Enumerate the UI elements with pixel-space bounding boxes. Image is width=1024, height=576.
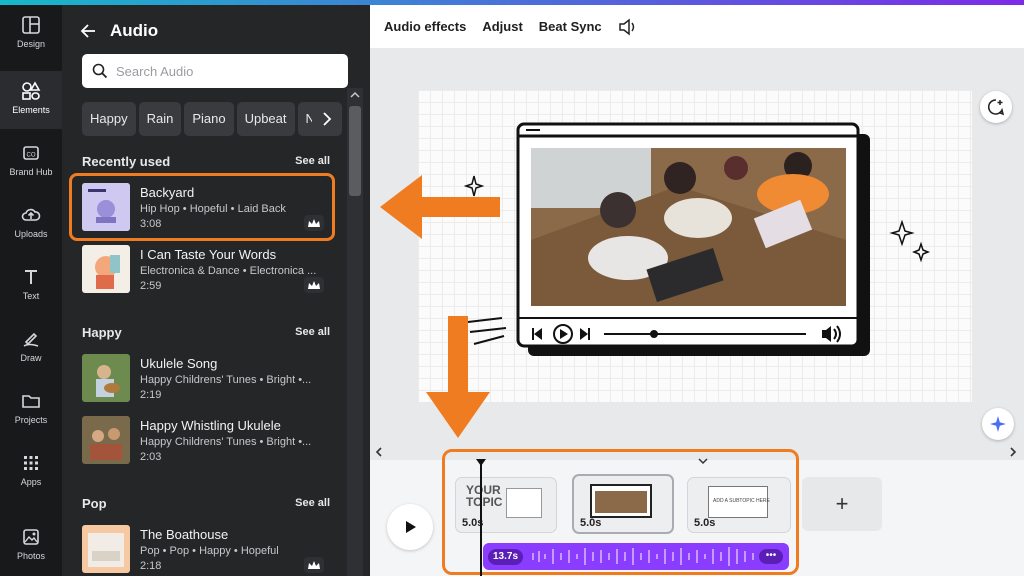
back-arrow-icon[interactable] (80, 23, 96, 39)
track-title: Happy Whistling Ukulele (140, 418, 281, 433)
search-icon (92, 63, 108, 79)
audio-track[interactable]: I Can Taste Your Words Electronica & Dan… (82, 245, 332, 303)
image-icon (23, 529, 39, 545)
rail-item-draw[interactable]: Draw (0, 319, 62, 377)
track-meta: Happy Childrens' Tunes • Bright •... (140, 374, 312, 386)
track-thumbnail (82, 245, 130, 293)
section-label-happy: Happy (82, 325, 122, 340)
track-thumbnail (82, 354, 130, 402)
canvas-workspace (370, 48, 1024, 460)
text-icon (25, 270, 37, 284)
editor-toolbar: Audio effects Adjust Beat Sync (370, 5, 1024, 48)
track-duration: 2:03 (140, 451, 162, 463)
rail-label: Apps (20, 477, 42, 487)
track-title: The Boathouse (140, 527, 229, 542)
search-input[interactable] (116, 63, 336, 79)
video-player-illustration (463, 122, 931, 356)
scroll-right-icon[interactable] (1008, 446, 1018, 458)
brand-icon: CO (23, 146, 39, 160)
highlight-box-timeline (442, 449, 799, 575)
rail-label: Elements (12, 105, 50, 115)
rail-label: Text (22, 291, 40, 301)
track-duration: 2:19 (140, 389, 162, 401)
chip-rain[interactable]: Rain (138, 102, 182, 136)
orange-arrow-left-icon (380, 175, 500, 239)
section-label-recently-used: Recently used (82, 154, 171, 169)
scroll-up-icon[interactable] (347, 88, 363, 102)
upload-cloud-icon (21, 208, 41, 221)
rail-item-apps[interactable]: Apps (0, 443, 62, 501)
scroll-left-icon[interactable] (374, 446, 384, 458)
chevron-right-icon (323, 112, 332, 126)
rail-item-design[interactable]: Design (0, 5, 62, 63)
see-all-link[interactable]: See all (295, 326, 330, 338)
orange-arrow-down-icon (426, 316, 490, 438)
track-thumbnail (82, 525, 130, 573)
playhead[interactable] (480, 460, 482, 576)
playhead-marker-icon[interactable] (475, 458, 487, 468)
rail-item-text[interactable]: Text (0, 257, 62, 315)
rail-item-brand-hub[interactable]: CO Brand Hub (0, 133, 62, 191)
add-clip-button[interactable]: + (802, 477, 882, 531)
panel-title: Audio (110, 21, 159, 40)
volume-icon[interactable] (618, 17, 638, 36)
shapes-icon (22, 81, 41, 100)
rail-label: Draw (20, 353, 42, 363)
track-meta: Pop • Pop • Happy • Hopeful (140, 545, 279, 557)
rail-label: Brand Hub (9, 167, 53, 177)
sparkle-icon (990, 416, 1006, 432)
track-duration: 2:59 (140, 280, 162, 292)
rail-label: Design (16, 39, 45, 49)
track-title: Ukulele Song (140, 356, 218, 371)
beat-sync-button[interactable]: Beat Sync (539, 19, 602, 34)
rail-item-elements[interactable]: Elements (0, 71, 62, 129)
search-box[interactable] (82, 54, 348, 88)
audio-panel: Audio HappyRainPianoUpbeatNe Recently us… (62, 5, 370, 576)
play-button[interactable] (387, 504, 433, 550)
svg-text:CO: CO (27, 153, 36, 159)
crown-icon (304, 557, 324, 573)
rail-item-uploads[interactable]: Uploads (0, 195, 62, 253)
see-all-link[interactable]: See all (295, 155, 330, 167)
comment-button[interactable] (980, 91, 1012, 123)
crown-icon (304, 277, 324, 293)
section-label-pop: Pop (82, 496, 107, 511)
track-title: I Can Taste Your Words (140, 247, 277, 262)
folder-icon (22, 395, 40, 408)
highlight-box-backyard (69, 173, 335, 241)
audio-track[interactable]: The Boathouse Pop • Pop • Happy • Hopefu… (82, 525, 332, 576)
track-duration: 2:18 (140, 560, 162, 572)
track-meta: Electronica & Dance • Electronica ... (140, 265, 317, 277)
audio-effects-button[interactable]: Audio effects (384, 19, 466, 34)
chip-piano[interactable]: Piano (184, 102, 234, 136)
chip-happy[interactable]: Happy (82, 102, 136, 136)
track-meta: Happy Childrens' Tunes • Bright •... (140, 436, 312, 448)
layout-icon (22, 16, 40, 34)
panel-header: Audio (80, 17, 158, 45)
scroll-thumb[interactable] (349, 106, 361, 196)
audio-track[interactable]: Ukulele Song Happy Childrens' Tunes • Br… (82, 354, 332, 412)
rail-label: Projects (14, 415, 48, 425)
chip-upbeat[interactable]: Upbeat (236, 102, 295, 136)
track-thumbnail (82, 416, 130, 464)
adjust-button[interactable]: Adjust (482, 19, 522, 34)
pen-icon (23, 332, 39, 347)
rail-item-photos[interactable]: Photos (0, 517, 62, 575)
filter-chips: HappyRainPianoUpbeatNe (82, 102, 342, 136)
rail-label: Photos (16, 551, 46, 561)
see-all-link[interactable]: See all (295, 497, 330, 509)
rail-label: Uploads (14, 229, 48, 239)
design-page[interactable] (418, 90, 972, 402)
rail-item-projects[interactable]: Projects (0, 381, 62, 439)
magic-assistant-button[interactable] (982, 408, 1014, 440)
grid-icon (24, 456, 38, 470)
audio-track[interactable]: Happy Whistling Ukulele Happy Childrens'… (82, 416, 332, 474)
left-rail: Design Elements CO Brand Hub Uploads Tex… (0, 5, 62, 576)
play-icon (406, 521, 416, 533)
chips-scroll-right-button[interactable] (312, 102, 342, 136)
comment-add-icon (987, 99, 1005, 116)
panel-scrollbar[interactable] (347, 88, 363, 576)
